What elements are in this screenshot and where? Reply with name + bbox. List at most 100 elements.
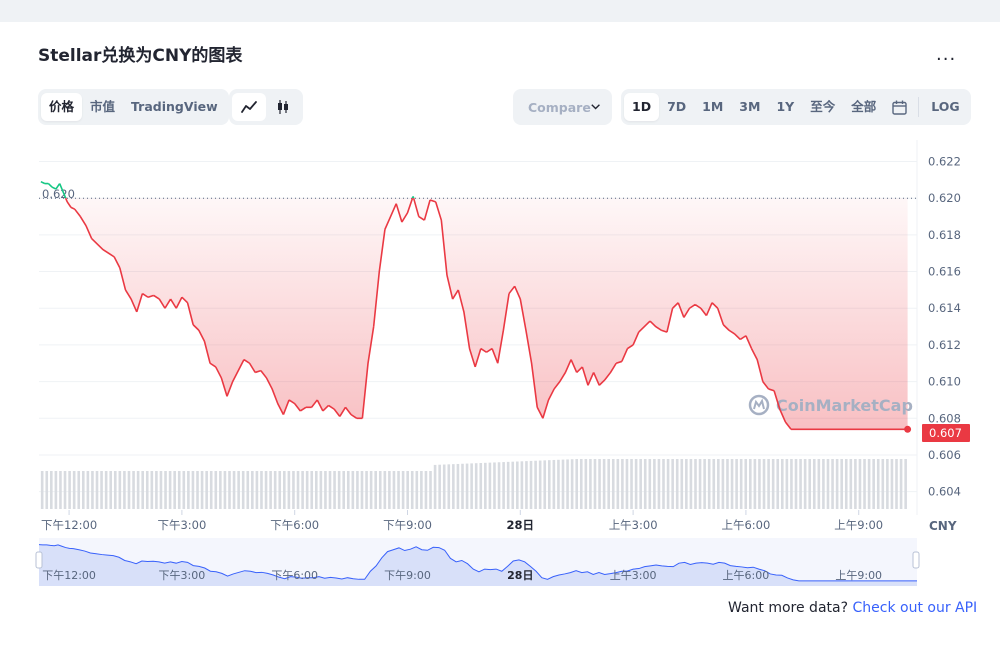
volume-bar xyxy=(264,471,268,509)
line-chart-icon[interactable] xyxy=(232,93,266,121)
volume-bar xyxy=(854,459,857,509)
volume-bar xyxy=(799,459,802,509)
range-1d[interactable]: 1D xyxy=(624,93,660,121)
volume-bar xyxy=(273,471,277,509)
currency-label: CNY xyxy=(929,519,957,533)
y-tick-label: 0.616 xyxy=(928,265,961,279)
more-options-icon[interactable]: ... xyxy=(936,44,956,65)
volume-bar xyxy=(296,471,300,509)
volume-bar xyxy=(310,471,314,509)
compare-label: Compare xyxy=(528,99,591,115)
range-3m[interactable]: 3M xyxy=(731,93,768,121)
range-ytd[interactable]: 至今 xyxy=(802,93,843,121)
range-1y[interactable]: 1Y xyxy=(768,93,802,121)
current-price-tag: 0.607 xyxy=(922,424,970,442)
api-link[interactable]: Check out our API xyxy=(852,600,977,616)
tab-price[interactable]: 价格 xyxy=(41,93,83,121)
range-selector: 1D 7D 1M 3M 1Y 至今 全部 LOG xyxy=(621,89,971,125)
volume-bar xyxy=(374,471,377,509)
price-area-fill xyxy=(40,198,908,430)
volume-bar xyxy=(547,460,551,509)
volume-bar xyxy=(904,459,907,509)
compare-dropdown[interactable]: Compare xyxy=(513,89,612,125)
volume-bar xyxy=(50,471,53,509)
page-top-strip xyxy=(0,0,1000,22)
volume-bar xyxy=(397,471,400,509)
navigator-right-handle[interactable] xyxy=(912,551,920,569)
volume-bar xyxy=(287,471,291,509)
navigator-tick-label: 下午9:00 xyxy=(384,569,431,582)
volume-bar xyxy=(611,459,615,509)
volume-bar xyxy=(86,471,90,509)
range-navigator[interactable]: 下午12:00 下午3:00 下午6:00 下午9:00 28日 上午3:00 上午6:00… xyxy=(35,538,920,586)
volume-bar xyxy=(689,459,693,509)
tab-market-cap[interactable]: 市值 xyxy=(82,93,123,121)
volume-bar xyxy=(584,459,588,509)
volume-bar xyxy=(365,471,368,509)
open-price-label: 0.620 xyxy=(42,187,75,201)
volume-bar xyxy=(803,459,807,509)
volume-bar xyxy=(415,471,419,509)
volume-bar xyxy=(214,471,218,509)
volume-bar xyxy=(712,459,716,509)
chevron-down-icon xyxy=(591,104,600,110)
volume-bar xyxy=(886,459,889,509)
volume-bar xyxy=(506,461,510,509)
volume-bar xyxy=(566,459,569,509)
navigator-left-handle[interactable] xyxy=(35,551,43,569)
volume-bar xyxy=(561,459,565,509)
navigator-tick-label: 上午3:00 xyxy=(610,569,657,582)
volume-bar xyxy=(497,462,501,509)
volume-bar xyxy=(63,471,67,509)
volume-bar xyxy=(621,459,624,509)
y-tick-label: 0.608 xyxy=(928,411,961,425)
volume-bar xyxy=(543,460,547,509)
volume-bar xyxy=(342,471,346,509)
volume-bar xyxy=(849,459,853,509)
range-1m[interactable]: 1M xyxy=(694,93,731,121)
range-7d[interactable]: 7D xyxy=(659,93,694,121)
volume-bar xyxy=(890,459,894,509)
volume-bar xyxy=(835,459,839,509)
price-chart[interactable]: 0.620 CoinMarketCap 0.622 0.620 0.618 0.616… xyxy=(0,130,1000,600)
volume-bar xyxy=(557,459,560,509)
calendar-icon[interactable] xyxy=(884,93,914,121)
volume-bar xyxy=(452,464,455,509)
volume-bar xyxy=(812,459,816,509)
volume-bar xyxy=(735,459,738,509)
candlestick-icon[interactable] xyxy=(266,93,300,121)
volume-bar xyxy=(150,471,154,509)
range-all[interactable]: 全部 xyxy=(843,93,884,121)
volume-bar xyxy=(762,459,766,509)
volume-bar xyxy=(200,471,204,509)
volume-bar xyxy=(228,471,231,509)
y-tick-label: 0.614 xyxy=(928,301,961,315)
volume-bar xyxy=(324,471,327,509)
volume-bar xyxy=(301,471,304,509)
navigator-tick-label: 28日 xyxy=(507,569,533,582)
volume-bar xyxy=(283,471,286,509)
volume-bar xyxy=(155,471,158,509)
volume-bar xyxy=(269,471,272,509)
volume-bar xyxy=(314,471,318,509)
volume-bar xyxy=(191,471,195,509)
footer-text: Want more data? xyxy=(728,600,849,616)
volume-bar xyxy=(474,463,478,509)
volume-bar xyxy=(356,471,359,509)
volume-bar xyxy=(205,471,208,509)
volume-bar xyxy=(790,459,793,509)
y-tick-label: 0.604 xyxy=(928,485,961,499)
x-tick-label: 下午3:00 xyxy=(157,518,206,532)
volume-bar xyxy=(630,459,633,509)
volume-bar xyxy=(479,463,483,509)
volume-bar xyxy=(132,471,135,509)
tab-tradingview[interactable]: TradingView xyxy=(123,93,226,121)
volume-bar xyxy=(429,471,432,509)
volume-bar xyxy=(182,471,186,509)
log-scale-toggle[interactable]: LOG xyxy=(923,93,967,121)
x-axis: 下午12:00 下午3:00 下午6:00 下午9:00 28日 上午3:00 上午6:00… xyxy=(41,510,883,532)
volume-bar xyxy=(420,471,423,509)
volume-bars xyxy=(40,459,907,509)
volume-bar xyxy=(639,459,642,509)
volume-bar xyxy=(872,459,875,509)
